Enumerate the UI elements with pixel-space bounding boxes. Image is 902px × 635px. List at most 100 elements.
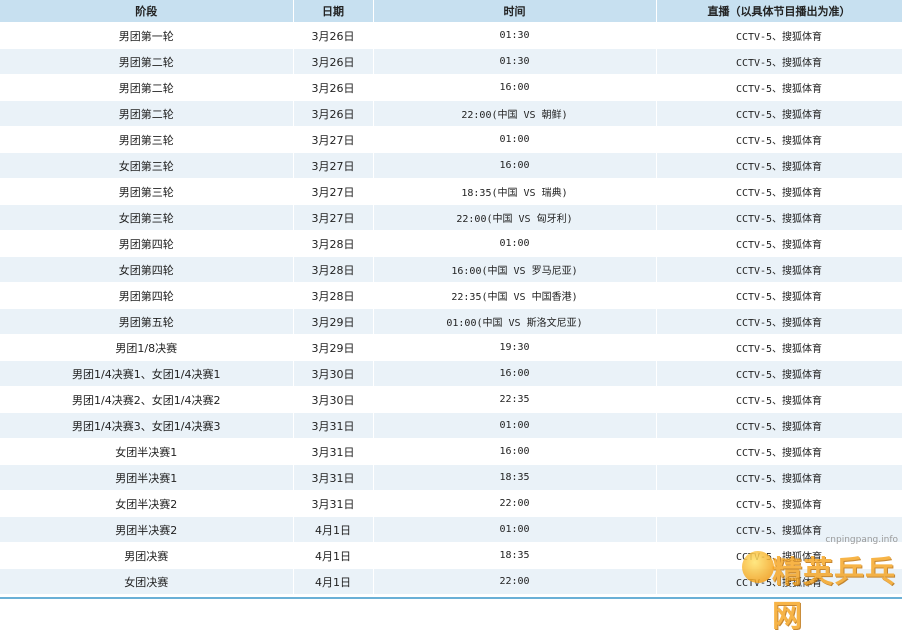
cell-date: 3月31日 — [293, 464, 374, 491]
cell-stage: 男团第二轮 — [0, 74, 294, 101]
table-row: 男团第四轮 3月28日 22:35(中国 VS 中国香港) CCTV-5、搜狐体育 — [0, 282, 902, 309]
cell-time: 01:30 — [373, 48, 657, 75]
cell-broadcast: CCTV-5、搜狐体育 — [656, 412, 902, 439]
table-row: 女团第三轮 3月27日 22:00(中国 VS 匈牙利) CCTV-5、搜狐体育 — [0, 204, 902, 231]
table-row: 男团半决赛2 4月1日 01:00 CCTV-5、搜狐体育 — [0, 516, 902, 543]
cell-time: 22:35(中国 VS 中国香港) — [373, 282, 657, 309]
cell-date: 3月28日 — [293, 282, 374, 309]
cell-broadcast: CCTV-5、搜狐体育 — [656, 152, 902, 179]
cell-stage: 女团半决赛1 — [0, 438, 294, 465]
table-row: 男团第三轮 3月27日 01:00 CCTV-5、搜狐体育 — [0, 126, 902, 153]
cell-date: 3月30日 — [293, 360, 374, 387]
cell-time: 16:00(中国 VS 罗马尼亚) — [373, 256, 657, 283]
header-broadcast: 直播（以具体节目播出为准） — [656, 0, 902, 23]
cell-time: 01:00 — [373, 412, 657, 439]
cell-stage: 男团第一轮 — [0, 22, 294, 49]
header-time: 时间 — [373, 0, 657, 23]
cell-date: 3月26日 — [293, 22, 374, 49]
table-row: 男团半决赛1 3月31日 18:35 CCTV-5、搜狐体育 — [0, 464, 902, 491]
cell-time: 18:35 — [373, 464, 657, 491]
cell-time: 19:30 — [373, 334, 657, 361]
table-row: 男团1/8决赛 3月29日 19:30 CCTV-5、搜狐体育 — [0, 334, 902, 361]
cell-broadcast: CCTV-5、搜狐体育 — [656, 204, 902, 231]
cell-date: 3月31日 — [293, 490, 374, 517]
cell-date: 3月26日 — [293, 100, 374, 127]
cell-date: 3月28日 — [293, 256, 374, 283]
cell-date: 3月26日 — [293, 74, 374, 101]
table-row: 女团决赛 4月1日 22:00 CCTV-5、搜狐体育 — [0, 568, 902, 595]
header-row: 阶段 日期 时间 直播（以具体节目播出为准） — [0, 0, 902, 23]
cell-stage: 男团1/4决赛2、女团1/4决赛2 — [0, 386, 294, 413]
table-row: 男团第三轮 3月27日 18:35(中国 VS 瑞典) CCTV-5、搜狐体育 — [0, 178, 902, 205]
cell-time: 16:00 — [373, 74, 657, 101]
table-row: 男团第四轮 3月28日 01:00 CCTV-5、搜狐体育 — [0, 230, 902, 257]
cell-time: 22:00(中国 VS 匈牙利) — [373, 204, 657, 231]
cell-broadcast: CCTV-5、搜狐体育 — [656, 178, 902, 205]
cell-broadcast: CCTV-5、搜狐体育 — [656, 100, 902, 127]
table-row: 男团决赛 4月1日 18:35 CCTV-5、搜狐体育 — [0, 542, 902, 569]
table-row: 男团1/4决赛2、女团1/4决赛2 3月30日 22:35 CCTV-5、搜狐体育 — [0, 386, 902, 413]
cell-stage: 女团第三轮 — [0, 204, 294, 231]
table-row: 女团半决赛2 3月31日 22:00 CCTV-5、搜狐体育 — [0, 490, 902, 517]
cell-time: 22:00 — [373, 568, 657, 595]
cell-broadcast: CCTV-5、搜狐体育 — [656, 230, 902, 257]
cell-date: 3月27日 — [293, 126, 374, 153]
cell-date: 3月31日 — [293, 438, 374, 465]
cell-time: 22:00(中国 VS 朝鲜) — [373, 100, 657, 127]
cell-stage: 男团第四轮 — [0, 282, 294, 309]
cell-time: 16:00 — [373, 152, 657, 179]
cell-broadcast: CCTV-5、搜狐体育 — [656, 490, 902, 517]
cell-broadcast: CCTV-5、搜狐体育 — [656, 542, 902, 569]
header-date: 日期 — [293, 0, 374, 23]
cell-stage: 女团决赛 — [0, 568, 294, 595]
cell-broadcast: CCTV-5、搜狐体育 — [656, 308, 902, 335]
table-row: 男团1/4决赛3、女团1/4决赛3 3月31日 01:00 CCTV-5、搜狐体育 — [0, 412, 902, 439]
table-row: 男团第五轮 3月29日 01:00(中国 VS 斯洛文尼亚) CCTV-5、搜狐体育 — [0, 308, 902, 335]
cell-broadcast: CCTV-5、搜狐体育 — [656, 386, 902, 413]
cell-broadcast: CCTV-5、搜狐体育 — [656, 516, 902, 543]
cell-stage: 男团1/4决赛1、女团1/4决赛1 — [0, 360, 294, 387]
cell-broadcast: CCTV-5、搜狐体育 — [656, 334, 902, 361]
cell-broadcast: CCTV-5、搜狐体育 — [656, 464, 902, 491]
cell-date: 3月27日 — [293, 204, 374, 231]
cell-broadcast: CCTV-5、搜狐体育 — [656, 282, 902, 309]
cell-date: 3月27日 — [293, 178, 374, 205]
cell-date: 3月27日 — [293, 152, 374, 179]
cell-date: 3月26日 — [293, 48, 374, 75]
cell-date: 3月29日 — [293, 334, 374, 361]
cell-time: 01:00 — [373, 516, 657, 543]
cell-stage: 女团第四轮 — [0, 256, 294, 283]
cell-time: 01:00(中国 VS 斯洛文尼亚) — [373, 308, 657, 335]
cell-stage: 男团第四轮 — [0, 230, 294, 257]
table-row: 男团第二轮 3月26日 01:30 CCTV-5、搜狐体育 — [0, 48, 902, 75]
header-stage: 阶段 — [0, 0, 294, 23]
cell-time: 16:00 — [373, 438, 657, 465]
cell-broadcast: CCTV-5、搜狐体育 — [656, 360, 902, 387]
cell-date: 3月28日 — [293, 230, 374, 257]
cell-time: 01:00 — [373, 126, 657, 153]
table-row: 男团1/4决赛1、女团1/4决赛1 3月30日 16:00 CCTV-5、搜狐体育 — [0, 360, 902, 387]
table-row: 女团第四轮 3月28日 16:00(中国 VS 罗马尼亚) CCTV-5、搜狐体育 — [0, 256, 902, 283]
cell-time: 16:00 — [373, 360, 657, 387]
table-row: 男团第一轮 3月26日 01:30 CCTV-5、搜狐体育 — [0, 22, 902, 49]
table-row: 女团第三轮 3月27日 16:00 CCTV-5、搜狐体育 — [0, 152, 902, 179]
cell-stage: 男团第二轮 — [0, 48, 294, 75]
cell-stage: 男团决赛 — [0, 542, 294, 569]
cell-stage: 男团1/8决赛 — [0, 334, 294, 361]
cell-date: 4月1日 — [293, 542, 374, 569]
cell-time: 01:30 — [373, 22, 657, 49]
cell-broadcast: CCTV-5、搜狐体育 — [656, 438, 902, 465]
cell-broadcast: CCTV-5、搜狐体育 — [656, 256, 902, 283]
cell-stage: 男团半决赛1 — [0, 464, 294, 491]
table-row: 男团第二轮 3月26日 22:00(中国 VS 朝鲜) CCTV-5、搜狐体育 — [0, 100, 902, 127]
cell-stage: 男团半决赛2 — [0, 516, 294, 543]
cell-stage: 男团第二轮 — [0, 100, 294, 127]
cell-date: 4月1日 — [293, 568, 374, 595]
cell-stage: 男团第三轮 — [0, 178, 294, 205]
cell-broadcast: CCTV-5、搜狐体育 — [656, 74, 902, 101]
table-row: 女团半决赛1 3月31日 16:00 CCTV-5、搜狐体育 — [0, 438, 902, 465]
cell-stage: 男团第三轮 — [0, 126, 294, 153]
cell-stage: 男团第五轮 — [0, 308, 294, 335]
cell-broadcast: CCTV-5、搜狐体育 — [656, 126, 902, 153]
cell-broadcast: CCTV-5、搜狐体育 — [656, 48, 902, 75]
